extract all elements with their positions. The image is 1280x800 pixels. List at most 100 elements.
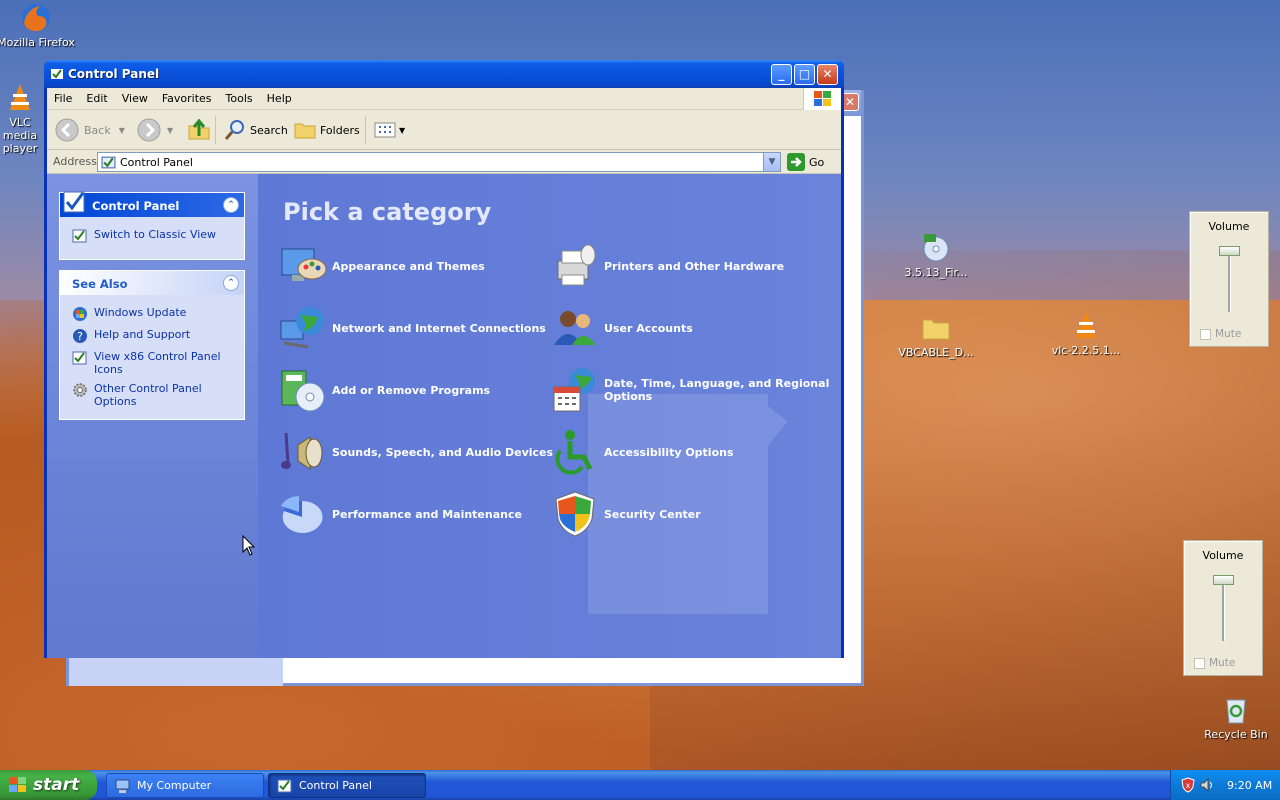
menu-view[interactable]: View bbox=[115, 88, 155, 105]
user-accounts-icon bbox=[554, 311, 596, 345]
category-security-center[interactable]: Security Center bbox=[550, 489, 701, 539]
window-titlebar[interactable]: Control Panel _ □ ✕ bbox=[44, 60, 844, 88]
my-computer-icon bbox=[115, 779, 130, 793]
control-panel-task-title: Control Panel bbox=[92, 199, 180, 213]
windows-logo-icon bbox=[803, 88, 841, 110]
start-button[interactable]: start bbox=[0, 770, 97, 800]
other-control-panel-options-label: Other Control Panel Options bbox=[94, 382, 202, 408]
switch-classic-view-label: Switch to Classic View bbox=[94, 228, 217, 241]
collapse-chevron-icon[interactable]: ⌃ bbox=[223, 197, 239, 213]
go-label: Go bbox=[809, 155, 825, 169]
address-input[interactable]: Control Panel ▼ bbox=[97, 152, 781, 172]
category-label: Date, Time, Language, and Regional Optio… bbox=[604, 377, 830, 403]
mute-label: Mute bbox=[1215, 328, 1242, 340]
volume-slider[interactable] bbox=[1213, 575, 1234, 585]
desktop-icon-folder[interactable]: VBCABLE_D... bbox=[896, 312, 976, 359]
up-folder-icon bbox=[188, 118, 210, 140]
view-x86-control-panel-icons-link[interactable]: View x86 Control Panel Icons bbox=[60, 347, 244, 379]
desktop-icon-label: Recycle Bin bbox=[1204, 728, 1268, 741]
search-label: Search bbox=[250, 123, 288, 137]
mute-checkbox[interactable]: Mute bbox=[1200, 328, 1241, 340]
volume-widget: Volume Mute bbox=[1189, 211, 1269, 347]
view-x86-control-panel-icons-label: View x86 Control Panel Icons bbox=[94, 350, 221, 376]
control-panel-icon bbox=[63, 191, 85, 213]
desktop-icon-recycle-bin[interactable]: Recycle Bin bbox=[1196, 694, 1276, 741]
desktop-icon-firefox[interactable]: Mozilla Firefox bbox=[0, 2, 76, 49]
category-sounds-speech-audio-devices[interactable]: Sounds, Speech, and Audio Devices bbox=[278, 427, 553, 477]
menu-help[interactable]: Help bbox=[260, 88, 299, 105]
switch-classic-view-link[interactable]: Switch to Classic View bbox=[60, 225, 244, 247]
security-alert-icon[interactable]: x bbox=[1181, 777, 1195, 793]
folders-button[interactable]: Folders bbox=[293, 118, 360, 142]
category-view: Pick a category Appearance and Themes Pr… bbox=[258, 174, 841, 658]
start-label: start bbox=[33, 775, 80, 795]
mute-checkbox[interactable]: Mute bbox=[1194, 657, 1235, 669]
menu-favorites[interactable]: Favorites bbox=[155, 88, 219, 105]
category-network-and-internet-connections[interactable]: Network and Internet Connections bbox=[278, 303, 546, 353]
go-button[interactable]: Go bbox=[787, 153, 824, 171]
control-panel-task-header[interactable]: Control Panel ⌃ bbox=[60, 191, 244, 217]
vlc-cone-icon bbox=[1076, 312, 1096, 338]
add-remove-programs-icon bbox=[281, 370, 325, 412]
security-shield-icon bbox=[555, 491, 595, 537]
category-date-time-language-regional[interactable]: Date, Time, Language, and Regional Optio… bbox=[550, 365, 841, 415]
recycle-bin-icon bbox=[1226, 699, 1246, 724]
category-label: Network and Internet Connections bbox=[332, 321, 546, 335]
control-panel-icon bbox=[72, 351, 87, 365]
go-arrow-icon bbox=[787, 153, 805, 171]
back-label: Back bbox=[84, 123, 111, 137]
mute-label: Mute bbox=[1209, 657, 1236, 669]
volume-tray-icon[interactable] bbox=[1199, 777, 1215, 793]
volume-track bbox=[1228, 252, 1231, 312]
volume-title: Volume bbox=[1208, 220, 1250, 233]
control-panel-icon bbox=[101, 156, 116, 169]
category-printers-and-other-hardware[interactable]: Printers and Other Hardware bbox=[550, 241, 784, 291]
address-dropdown[interactable]: ▼ bbox=[763, 153, 780, 171]
category-label: Performance and Maintenance bbox=[332, 507, 522, 521]
accessibility-wheelchair-icon bbox=[555, 430, 593, 475]
views-grid-icon bbox=[374, 122, 396, 138]
other-control-panel-options-link[interactable]: Other Control Panel Options bbox=[60, 379, 244, 411]
desktop-icon-installer[interactable]: 3.5.13_Fir... bbox=[896, 232, 976, 279]
taskbar-item-control-panel[interactable]: Control Panel bbox=[268, 773, 426, 798]
category-appearance-and-themes[interactable]: Appearance and Themes bbox=[278, 241, 485, 291]
category-label: Security Center bbox=[604, 507, 701, 521]
forward-button[interactable]: ▼ bbox=[137, 118, 173, 142]
folder-icon bbox=[922, 319, 950, 340]
minimize-button[interactable]: _ bbox=[771, 64, 792, 85]
search-icon bbox=[224, 120, 244, 140]
menu-file[interactable]: File bbox=[47, 88, 79, 105]
close-button[interactable]: ✕ bbox=[817, 64, 838, 85]
clock[interactable]: 9:20 AM bbox=[1227, 779, 1272, 792]
category-user-accounts[interactable]: User Accounts bbox=[550, 303, 693, 353]
category-label: Sounds, Speech, and Audio Devices bbox=[332, 445, 554, 459]
windows-update-link[interactable]: Windows Update bbox=[60, 303, 244, 325]
windows-logo-icon bbox=[9, 777, 26, 792]
help-and-support-link[interactable]: ? Help and Support bbox=[60, 325, 244, 347]
back-button[interactable]: Back ▼ bbox=[55, 118, 125, 142]
up-folder-button[interactable] bbox=[187, 118, 211, 142]
taskbar-item-my-computer[interactable]: My Computer bbox=[106, 773, 264, 798]
system-tray: x 9:20 AM bbox=[1170, 770, 1280, 800]
search-button[interactable]: Search bbox=[223, 118, 288, 142]
window-content: Control Panel ⌃ Switch to Classic View S… bbox=[47, 174, 841, 658]
volume-slider[interactable] bbox=[1219, 246, 1240, 256]
see-also-header[interactable]: See Also ⌃ bbox=[60, 271, 244, 295]
maximize-button[interactable]: □ bbox=[794, 64, 815, 85]
collapse-chevron-icon[interactable]: ⌃ bbox=[223, 275, 239, 291]
help-icon: ? bbox=[73, 329, 87, 343]
menu-tools[interactable]: Tools bbox=[219, 88, 260, 105]
category-performance-and-maintenance[interactable]: Performance and Maintenance bbox=[278, 489, 522, 539]
network-globe-icon bbox=[280, 307, 324, 349]
views-button[interactable]: ▼ bbox=[373, 118, 405, 142]
menu-edit[interactable]: Edit bbox=[79, 88, 114, 105]
back-arrow-icon bbox=[55, 118, 79, 142]
desktop-icon-vlc-installer[interactable]: vlc-2.2.5.1... bbox=[1046, 310, 1126, 357]
menu-bar: File Edit View Favorites Tools Help bbox=[47, 88, 841, 110]
category-add-or-remove-programs[interactable]: Add or Remove Programs bbox=[278, 365, 490, 415]
desktop-icon-vlc[interactable]: VLC media player bbox=[0, 82, 44, 155]
performance-pie-icon bbox=[281, 496, 323, 533]
gear-icon bbox=[73, 383, 87, 397]
category-accessibility-options[interactable]: Accessibility Options bbox=[550, 427, 734, 477]
desktop-icon-label: VLC media player bbox=[2, 116, 38, 155]
